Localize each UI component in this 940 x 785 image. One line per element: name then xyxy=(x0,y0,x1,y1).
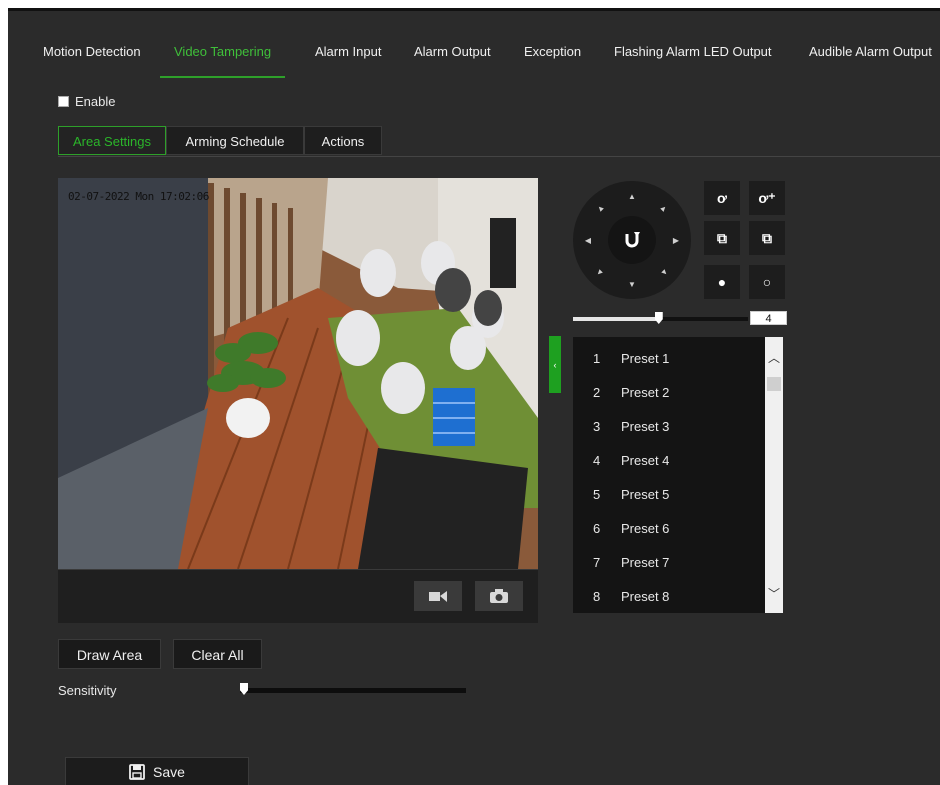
speed-handle[interactable] xyxy=(654,312,663,324)
enable-checkbox[interactable] xyxy=(58,96,69,107)
preset-row[interactable]: 2 Preset 2 xyxy=(573,376,765,410)
iris-open-icon: ● xyxy=(717,274,727,290)
preset-number: 2 xyxy=(593,385,601,400)
scroll-thumb[interactable] xyxy=(767,377,781,391)
video-toolbar xyxy=(58,569,538,623)
preset-list: 1 Preset 1 2 Preset 2 3 Preset 3 4 Prese… xyxy=(573,337,783,613)
save-button[interactable]: Save xyxy=(65,757,249,785)
zoom-out-icon: ơ xyxy=(717,190,727,206)
app-frame: Motion Detection Video Tampering Alarm I… xyxy=(8,8,940,785)
preset-row[interactable]: 8 Preset 8 xyxy=(573,580,765,613)
timestamp-overlay: 02-07-2022 Mon 17:02:06 xyxy=(68,190,209,203)
ptz-up-arrow[interactable]: ▲ xyxy=(625,189,639,203)
ptz-left-arrow[interactable]: ◀ xyxy=(581,233,595,247)
focus-near-button[interactable]: ⧉ xyxy=(704,221,740,255)
rotate-icon xyxy=(625,232,640,248)
enable-label: Enable xyxy=(75,94,116,109)
preset-number: 6 xyxy=(593,521,601,536)
preset-scrollbar[interactable]: ︿ ﹀ xyxy=(765,337,783,613)
speed-fill xyxy=(573,317,659,321)
ptz-direction-pad: ▲ ▼ ◀ ▶ ▲ ▲ ▼ ▼ xyxy=(573,181,691,299)
tab-alarm-input[interactable]: Alarm Input xyxy=(315,39,381,76)
enable-option[interactable]: Enable xyxy=(58,94,115,109)
ptz-speed-slider[interactable]: 4 xyxy=(573,311,788,327)
preset-row[interactable]: 6 Preset 6 xyxy=(573,512,765,546)
sensitivity-handle[interactable] xyxy=(240,683,248,695)
preset-name: Preset 2 xyxy=(621,385,670,400)
draw-area-button[interactable]: Draw Area xyxy=(58,639,161,669)
record-button[interactable] xyxy=(414,581,462,611)
zoom-out-button[interactable]: ơ xyxy=(704,181,740,215)
tab-video-tampering[interactable]: Video Tampering xyxy=(160,39,286,78)
zoom-in-button[interactable]: ơ⁺ xyxy=(749,181,785,215)
ptz-down-arrow[interactable]: ▼ xyxy=(625,277,639,291)
tab-actions[interactable]: Actions xyxy=(304,126,382,155)
video-camera-icon xyxy=(429,591,447,602)
preset-name: Preset 7 xyxy=(621,555,670,570)
preset-number: 8 xyxy=(593,589,601,604)
iris-close-button[interactable]: ○ xyxy=(749,265,785,299)
video-preview[interactable]: 02-07-2022 Mon 17:02:06 xyxy=(58,178,538,569)
floppy-disk-icon xyxy=(129,764,145,780)
preset-number: 1 xyxy=(593,351,601,366)
iris-open-button[interactable]: ● xyxy=(704,265,740,299)
focus-far-button[interactable]: ⧉ xyxy=(749,221,785,255)
clear-all-button[interactable]: Clear All xyxy=(173,639,262,669)
chevron-down-icon[interactable]: ﹀ xyxy=(765,581,783,605)
focus-far-icon: ⧉ xyxy=(762,229,772,246)
tab-alarm-output[interactable]: Alarm Output xyxy=(414,39,491,76)
tab-audible-alarm-output[interactable]: Audible Alarm Output xyxy=(809,39,932,76)
ptz-up-left-arrow[interactable]: ▲ xyxy=(590,198,610,218)
preset-name: Preset 8 xyxy=(621,589,670,604)
preset-number: 5 xyxy=(593,487,601,502)
tab-area-settings[interactable]: Area Settings xyxy=(58,126,166,155)
zoom-in-icon: ơ⁺ xyxy=(758,189,776,206)
collapse-panel-button[interactable]: ‹ xyxy=(549,336,561,393)
iris-close-icon: ○ xyxy=(762,274,772,290)
sensitivity-slider[interactable] xyxy=(240,683,466,695)
speed-value[interactable]: 4 xyxy=(750,311,787,325)
preset-row[interactable]: 7 Preset 7 xyxy=(573,546,765,580)
snapshot-button[interactable] xyxy=(475,581,523,611)
ptz-down-left-arrow[interactable]: ▼ xyxy=(590,262,610,282)
ptz-down-right-arrow[interactable]: ▼ xyxy=(654,262,674,282)
chevron-up-icon[interactable]: ︿ xyxy=(765,345,783,369)
preset-name: Preset 5 xyxy=(621,487,670,502)
auto-scan-button[interactable] xyxy=(608,216,656,264)
tab-flashing-alarm-led-output[interactable]: Flashing Alarm LED Output xyxy=(614,39,772,76)
preset-row[interactable]: 4 Preset 4 xyxy=(573,444,765,478)
top-tab-bar: Motion Detection Video Tampering Alarm I… xyxy=(8,39,940,79)
preset-name: Preset 6 xyxy=(621,521,670,536)
preset-number: 7 xyxy=(593,555,601,570)
sub-tab-bar: Area Settings Arming Schedule Actions xyxy=(58,126,940,157)
preset-row[interactable]: 3 Preset 3 xyxy=(573,410,765,444)
sensitivity-label: Sensitivity xyxy=(58,683,117,698)
preset-name: Preset 1 xyxy=(621,351,670,366)
ptz-right-arrow[interactable]: ▶ xyxy=(669,233,683,247)
save-label: Save xyxy=(153,764,185,780)
tab-arming-schedule[interactable]: Arming Schedule xyxy=(166,126,304,155)
tab-exception[interactable]: Exception xyxy=(524,39,581,76)
preset-name: Preset 3 xyxy=(621,419,670,434)
tab-motion-detection[interactable]: Motion Detection xyxy=(43,39,141,76)
ptz-up-right-arrow[interactable]: ▲ xyxy=(654,198,674,218)
camera-icon xyxy=(490,589,508,603)
speed-track[interactable] xyxy=(573,312,748,324)
preset-row[interactable]: 5 Preset 5 xyxy=(573,478,765,512)
camera-image xyxy=(58,178,538,569)
focus-near-icon: ⧉ xyxy=(717,229,727,246)
preset-row[interactable]: 1 Preset 1 xyxy=(573,342,765,376)
preset-number: 4 xyxy=(593,453,601,468)
preset-number: 3 xyxy=(593,419,601,434)
preset-name: Preset 4 xyxy=(621,453,670,468)
chevron-left-icon: ‹ xyxy=(553,359,557,370)
